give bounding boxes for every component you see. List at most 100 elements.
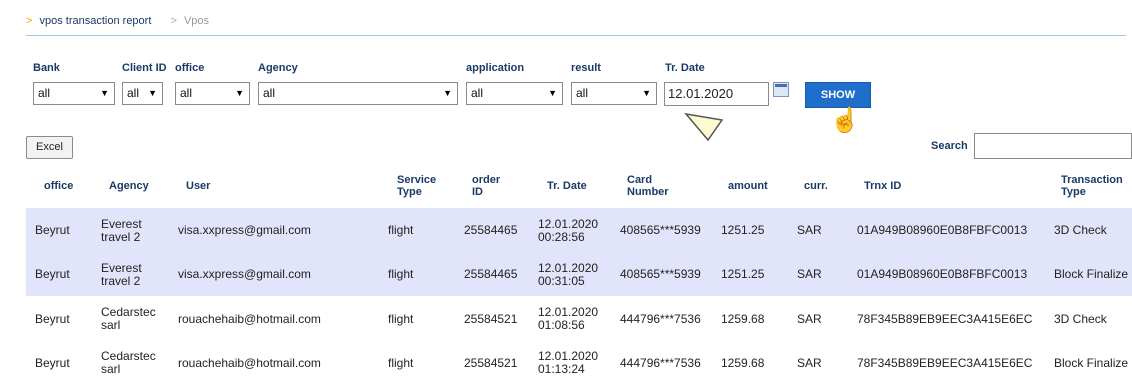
agency-label: Agency: [258, 62, 298, 74]
search-input[interactable]: [974, 133, 1132, 159]
cell-service-type: flight: [388, 312, 414, 326]
cell-agency-line1: Cedarstec: [101, 305, 156, 319]
cell-office: Beyrut: [35, 267, 70, 281]
cell-transaction-type: Block Finalize: [1054, 267, 1129, 281]
cell-order-id: 25584521: [464, 312, 518, 326]
result-select[interactable]: all ▼: [571, 82, 657, 105]
breadcrumb-item-vpos-report[interactable]: vpos transaction report: [40, 15, 152, 27]
cell-date-line1: 12.01.2020: [538, 305, 599, 319]
cell-amount: 1251.25: [721, 223, 765, 237]
cell-currency: SAR: [797, 356, 822, 370]
cell-user: visa.xxpress@gmail.com: [178, 223, 311, 237]
bank-label: Bank: [33, 62, 60, 74]
cell-agency-line1: Everest: [101, 261, 142, 275]
cell-card-number: 444796***7536: [620, 312, 701, 326]
calendar-icon[interactable]: [773, 82, 789, 97]
application-select[interactable]: all ▼: [466, 82, 563, 105]
column-header-service-type[interactable]: Service Type: [397, 174, 436, 198]
column-header-agency[interactable]: Agency: [109, 180, 149, 192]
column-header-trnx-id[interactable]: Trnx ID: [864, 180, 901, 192]
column-header-tr-date[interactable]: Tr. Date: [547, 180, 587, 192]
cell-office: Beyrut: [35, 356, 70, 370]
result-label: result: [571, 62, 601, 74]
cell-transaction-type: 3D Check: [1054, 223, 1107, 237]
column-header-amount[interactable]: amount: [728, 180, 768, 192]
cell-date-line2: 01:13:24: [538, 362, 585, 376]
cell-card-number: 408565***5939: [620, 267, 701, 281]
application-select-value: all: [471, 86, 484, 100]
cell-agency-line2: sarl: [101, 362, 121, 376]
search-label: Search: [931, 140, 968, 152]
cell-transaction-type: 3D Check: [1054, 312, 1107, 326]
agency-select-value: all: [263, 86, 276, 100]
cell-order-id: 25584465: [464, 267, 518, 281]
cell-user: visa.xxpress@gmail.com: [178, 267, 311, 281]
table-row[interactable]: Beyrut Everest travel 2 visa.xxpress@gma…: [26, 252, 1132, 296]
column-header-service-type-line2: Type: [397, 186, 422, 198]
cell-agency-line2: travel 2: [101, 274, 141, 288]
table-row[interactable]: Beyrut Cedarstec sarl rouachehaib@hotmai…: [26, 296, 1132, 340]
agency-select[interactable]: all ▼: [258, 82, 458, 105]
pointer-arrow-icon: [684, 112, 724, 142]
chevron-down-icon: ▼: [235, 88, 244, 98]
cell-user: rouachehaib@hotmail.com: [178, 312, 321, 326]
cell-service-type: flight: [388, 223, 414, 237]
column-header-card-number-line1: Card: [627, 174, 653, 186]
cell-amount: 1251.25: [721, 267, 765, 281]
cell-card-number: 444796***7536: [620, 356, 701, 370]
cell-agency-line2: sarl: [101, 318, 121, 332]
column-header-transaction-type-line2: Type: [1061, 186, 1086, 198]
column-header-currency[interactable]: curr.: [804, 180, 828, 192]
column-header-transaction-type[interactable]: Transaction Type: [1061, 174, 1123, 198]
result-select-value: all: [576, 86, 589, 100]
cell-office: Beyrut: [35, 312, 70, 326]
chevron-down-icon: ▼: [443, 88, 452, 98]
show-button[interactable]: SHOW: [805, 82, 871, 108]
bank-select[interactable]: all ▼: [33, 82, 115, 105]
client-id-select[interactable]: all ▼: [122, 82, 163, 105]
client-id-select-value: all: [127, 86, 140, 100]
tr-date-input[interactable]: 12.01.2020: [664, 82, 769, 106]
column-header-user[interactable]: User: [186, 180, 210, 192]
cell-order-id: 25584465: [464, 223, 518, 237]
column-header-order-id[interactable]: order ID: [472, 174, 500, 198]
application-label: application: [466, 62, 525, 74]
cell-date-line1: 12.01.2020: [538, 349, 599, 363]
office-select-value: all: [180, 86, 193, 100]
cell-date-line2: 01:08:56: [538, 318, 585, 332]
cell-trnx-id: 78F345B89EB9EEC3A415E6EC: [857, 356, 1033, 370]
bank-select-value: all: [38, 86, 51, 100]
breadcrumb-item-vpos: Vpos: [183, 15, 210, 27]
column-header-order-id-line2: ID: [472, 186, 483, 198]
column-header-office[interactable]: office: [44, 180, 73, 192]
table-row[interactable]: Beyrut Cedarstec sarl rouachehaib@hotmai…: [26, 340, 1132, 384]
cell-amount: 1259.68: [721, 356, 765, 370]
tr-date-label: Tr. Date: [665, 62, 705, 74]
column-header-transaction-type-line1: Transaction: [1061, 174, 1123, 186]
table-row[interactable]: Beyrut Everest travel 2 visa.xxpress@gma…: [26, 208, 1132, 252]
column-header-service-type-line1: Service: [397, 174, 437, 186]
cell-office: Beyrut: [35, 223, 70, 237]
breadcrumb-separator: >: [170, 15, 177, 27]
office-select[interactable]: all ▼: [175, 82, 250, 105]
breadcrumb-arrow-icon: >: [26, 15, 33, 27]
client-id-label: Client ID: [122, 62, 167, 74]
cell-service-type: flight: [388, 356, 414, 370]
breadcrumb: > vpos transaction report > Vpos: [26, 15, 209, 27]
office-label: office: [175, 62, 205, 74]
chevron-down-icon: ▼: [642, 88, 651, 98]
cell-currency: SAR: [797, 223, 822, 237]
hand-cursor-icon: ☝: [830, 107, 860, 134]
column-header-card-number[interactable]: Card Number: [627, 174, 669, 198]
cell-currency: SAR: [797, 267, 822, 281]
cell-card-number: 408565***5939: [620, 223, 701, 237]
excel-button[interactable]: Excel: [26, 136, 73, 159]
header-divider: [26, 35, 1126, 36]
cell-agency-line1: Cedarstec: [101, 349, 156, 363]
cell-amount: 1259.68: [721, 312, 765, 326]
cell-order-id: 25584521: [464, 356, 518, 370]
cell-agency-line1: Everest: [101, 217, 142, 231]
chevron-down-icon: ▼: [100, 88, 109, 98]
cell-trnx-id: 78F345B89EB9EEC3A415E6EC: [857, 312, 1033, 326]
cell-trnx-id: 01A949B08960E0B8FBFC0013: [857, 267, 1028, 281]
